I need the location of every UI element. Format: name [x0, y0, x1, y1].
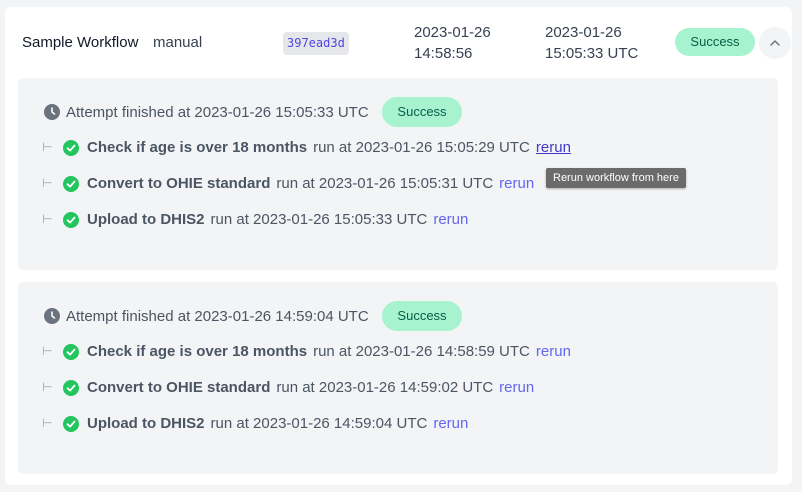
status-badge: Success: [675, 28, 755, 56]
step-connector-icon: ⊢: [42, 176, 53, 190]
step-name: Check if age is over 18 months: [87, 139, 308, 156]
step-connector-icon: ⊢: [42, 380, 53, 394]
clock-icon: [44, 308, 60, 324]
collapse-toggle-button[interactable]: [759, 27, 791, 59]
step-name: Check if age is over 18 months: [87, 343, 308, 360]
step-run-time: run at 2023-01-26 15:05:31 UTC: [276, 175, 494, 192]
step-connector-icon: ⊢: [42, 344, 53, 358]
workflow-name[interactable]: Sample Workflow: [22, 34, 138, 51]
step-connector-icon: ⊢: [42, 416, 53, 430]
rerun-link[interactable]: rerun: [433, 415, 468, 432]
check-circle-icon: [63, 380, 79, 396]
workflow-run-header[interactable]: Sample Workflow manual 397ead3d 2023-01-…: [5, 7, 792, 77]
step-text: Upload to DHIS2 run at 2023-01-26 15:05:3…: [87, 211, 468, 228]
step-connector-icon: ⊢: [42, 212, 53, 226]
check-circle-icon: [63, 140, 79, 156]
attempt-status-badge: Success: [382, 97, 462, 127]
check-circle-icon: [63, 176, 79, 192]
version-hash: 397ead3d: [283, 32, 349, 55]
rerun-link[interactable]: rerun: [536, 343, 571, 360]
step-text: Check if age is over 18 months run at 202…: [87, 139, 571, 156]
step-name: Upload to DHIS2: [87, 211, 205, 228]
rerun-tooltip: Rerun workflow from here: [546, 168, 686, 188]
rerun-link[interactable]: rerun: [433, 211, 468, 228]
started-date: 2023-01-26: [414, 24, 491, 41]
step-text: Check if age is over 18 months run at 202…: [87, 343, 571, 360]
finished-time: 15:05:33 UTC: [545, 45, 639, 62]
started-time: 14:58:56: [414, 45, 473, 62]
attempt-status-badge: Success: [382, 301, 462, 331]
step-text: Convert to OHIE standard run at 2023-01-2…: [87, 379, 534, 396]
step-run-time: run at 2023-01-26 15:05:29 UTC: [313, 139, 530, 156]
step-name: Upload to DHIS2: [87, 415, 205, 432]
workflow-run-card: Sample Workflow manual 397ead3d 2023-01-…: [5, 7, 792, 485]
attempt-finished-text: Attempt finished at 2023-01-26 15:05:33 …: [66, 104, 369, 121]
rerun-link[interactable]: rerun: [499, 379, 534, 396]
chevron-up-icon: [770, 40, 780, 46]
check-circle-icon: [63, 344, 79, 360]
finished-at: 2023-01-26 15:05:33 UTC: [545, 22, 638, 64]
check-circle-icon: [63, 416, 79, 432]
started-at: 2023-01-26 14:58:56: [414, 22, 491, 64]
step-run-time: run at 2023-01-26 15:05:33 UTC: [210, 211, 428, 228]
step-run-time: run at 2023-01-26 14:58:59 UTC: [313, 343, 530, 360]
step-connector-icon: ⊢: [42, 140, 53, 154]
check-circle-icon: [63, 212, 79, 228]
step-text: Upload to DHIS2 run at 2023-01-26 14:59:0…: [87, 415, 468, 432]
trigger-type: manual: [153, 34, 203, 51]
step-name: Convert to OHIE standard: [87, 379, 271, 396]
step-run-time: run at 2023-01-26 14:59:02 UTC: [276, 379, 494, 396]
clock-icon: [44, 104, 60, 120]
step-text: Convert to OHIE standard run at 2023-01-2…: [87, 175, 534, 192]
step-name: Convert to OHIE standard: [87, 175, 271, 192]
finished-date: 2023-01-26: [545, 24, 622, 41]
rerun-link[interactable]: rerun: [499, 175, 534, 192]
attempt-finished-text: Attempt finished at 2023-01-26 14:59:04 …: [66, 308, 369, 325]
attempt-panel: Attempt finished at 2023-01-26 14:59:04 …: [18, 282, 778, 474]
step-run-time: run at 2023-01-26 14:59:04 UTC: [210, 415, 428, 432]
rerun-link[interactable]: rerun: [536, 139, 571, 156]
